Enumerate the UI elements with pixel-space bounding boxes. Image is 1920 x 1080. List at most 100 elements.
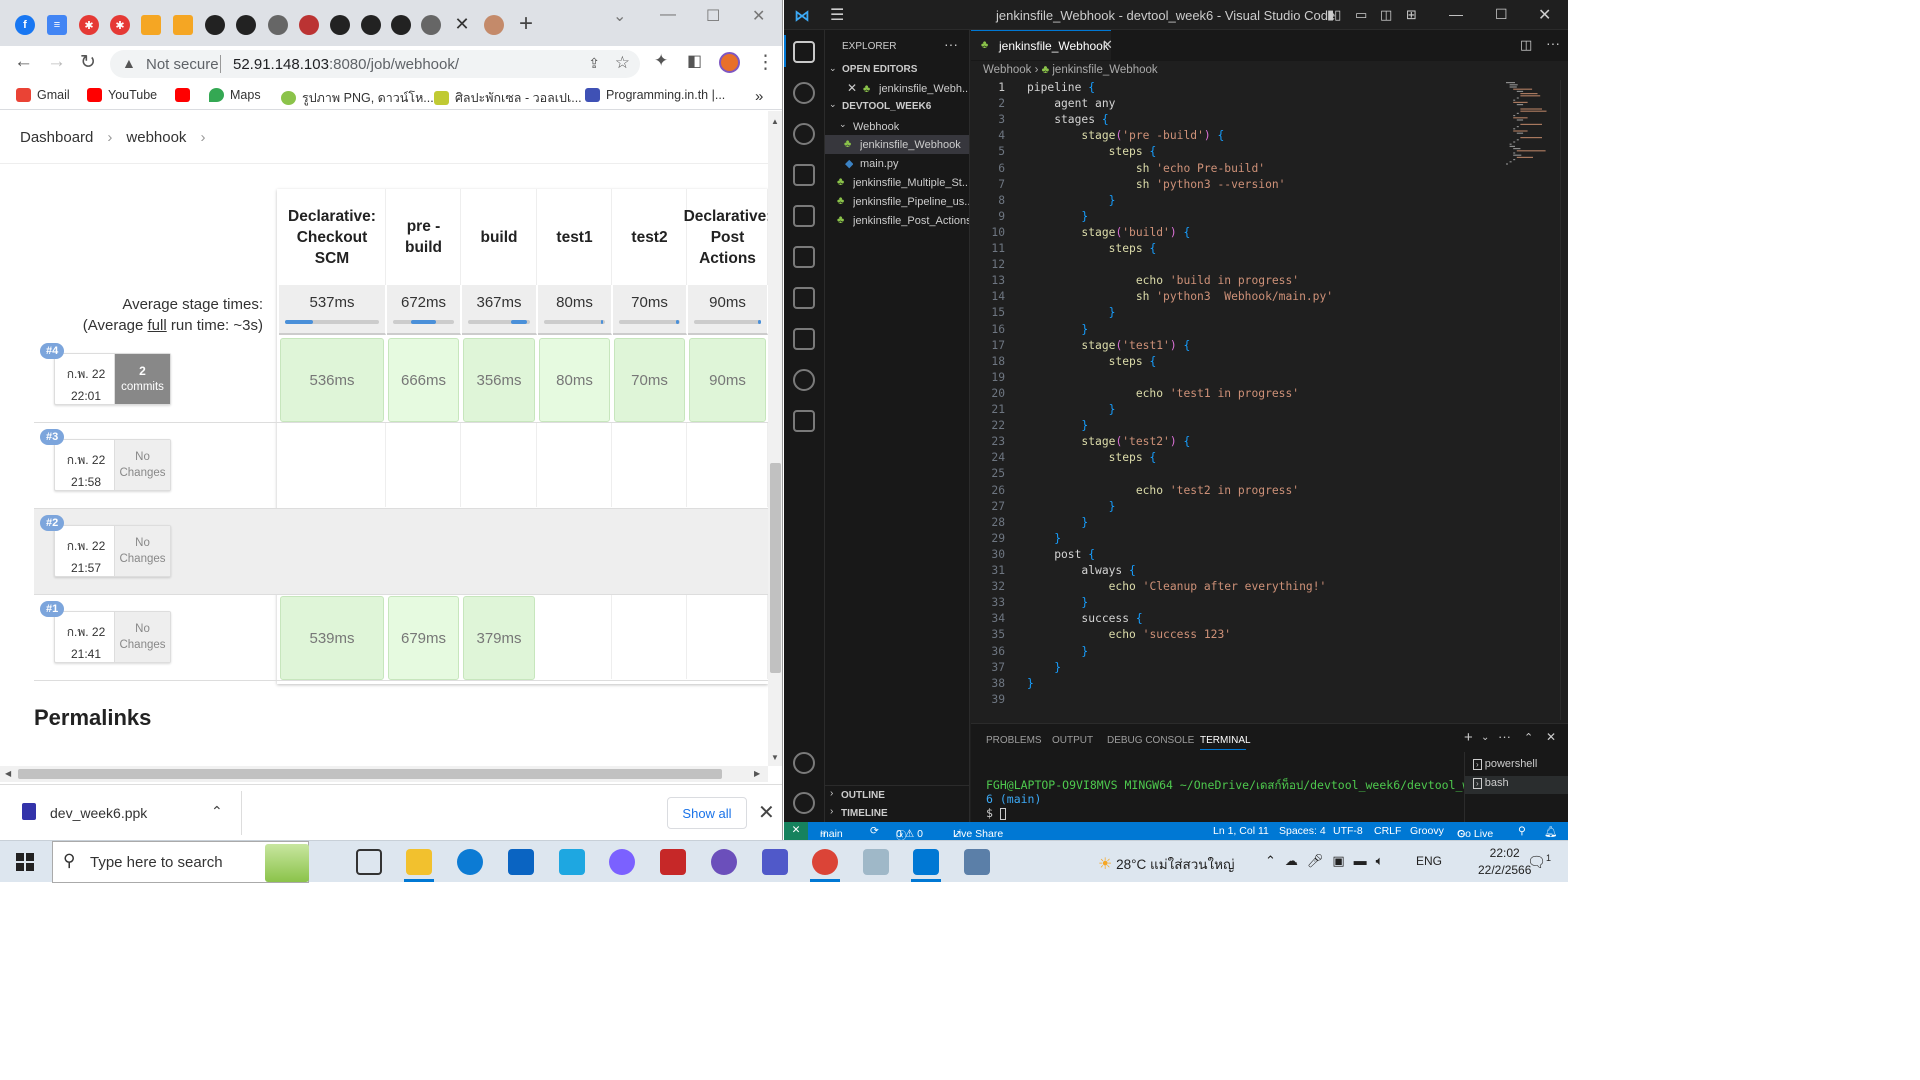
bookmarks-more-button[interactable]: »	[755, 88, 763, 105]
profile-avatar[interactable]	[719, 52, 740, 73]
maximize-icon[interactable]: ☐	[706, 6, 720, 26]
folder-webhook[interactable]: Webhook	[853, 121, 899, 133]
toggle-panel-icon[interactable]: ▭	[1355, 7, 1367, 23]
side-panel-icon[interactable]: ◧	[687, 51, 702, 71]
mail-icon[interactable]	[508, 849, 534, 875]
chevron-down-icon[interactable]: ⌄	[839, 119, 847, 130]
more-actions-icon[interactable]: ···	[1498, 729, 1511, 744]
stage-cell-success[interactable]: 379ms	[463, 596, 535, 680]
chevron-up-icon[interactable]: ⌃	[211, 803, 223, 820]
outline-header[interactable]: OUTLINE	[841, 790, 885, 801]
tab-4[interactable]	[173, 15, 193, 35]
system-tray-icons[interactable]: ⌃☁🎤︎▣▬🔈︎	[1265, 853, 1392, 869]
close-editor-icon[interactable]: ✕	[847, 81, 857, 95]
vertical-scrollbar[interactable]: ▲ ▼	[768, 111, 782, 766]
indentation[interactable]: Spaces: 4	[1279, 825, 1326, 837]
tab-facebook[interactable]: f	[15, 15, 35, 35]
crumb-file[interactable]: jenkinsfile_Webhook	[1052, 64, 1157, 76]
clock[interactable]: 22:02 22/2/2566	[1478, 845, 1531, 879]
close-window-icon[interactable]: ✕	[752, 6, 765, 26]
minimap[interactable]	[1502, 80, 1562, 170]
panel-tab-output[interactable]: OUTPUT	[1052, 735, 1093, 746]
sync-icon[interactable]: ⟳	[870, 825, 879, 837]
source-control-icon[interactable]	[793, 123, 815, 145]
toggle-sidebar-icon[interactable]: ▮▯	[1327, 7, 1341, 23]
tab-6[interactable]	[484, 15, 504, 35]
scroll-left-icon[interactable]: ◀	[5, 769, 11, 778]
bookmark-youtube[interactable]: YouTube	[87, 88, 157, 102]
customize-layout-icon[interactable]: ⊞	[1406, 7, 1417, 23]
horizontal-scroll-thumb[interactable]	[18, 769, 722, 779]
encoding[interactable]: UTF-8	[1333, 825, 1363, 837]
editor-tab-active[interactable]: ♣ jenkinsfile_Webhook ✕	[971, 30, 1113, 60]
tab-github-2[interactable]	[236, 15, 256, 35]
notification-icon[interactable]: 🗨︎1	[1527, 853, 1551, 871]
panel-tab-debug-console[interactable]: DEBUG CONSOLE	[1107, 735, 1194, 746]
input-language[interactable]: ENG	[1416, 854, 1442, 868]
language-mode[interactable]: Groovy	[1410, 825, 1444, 837]
tab-3[interactable]	[141, 15, 161, 35]
tab-2[interactable]: ✱	[110, 15, 130, 35]
eol[interactable]: CRLF	[1374, 825, 1401, 837]
back-icon[interactable]: ←	[14, 51, 33, 73]
horizontal-scrollbar[interactable]: ◀ ▶	[0, 766, 768, 782]
tab-docs[interactable]: ≡	[47, 15, 67, 35]
split-editor-icon[interactable]: ◫	[1520, 37, 1532, 53]
extensions-icon[interactable]: ✦	[654, 51, 668, 71]
explorer-icon[interactable]	[793, 41, 815, 63]
taskbar-search-box[interactable]: ⚲ Type here to search	[52, 841, 309, 883]
menu-icon[interactable]: ☰	[830, 5, 844, 25]
full-run-link[interactable]: full	[148, 317, 167, 334]
more-actions-icon[interactable]: ···	[1546, 35, 1560, 51]
cursor-position[interactable]: Ln 1, Col 11	[1213, 825, 1269, 837]
run-debug-icon[interactable]	[793, 164, 815, 186]
vscode-taskbar-icon[interactable]	[913, 849, 939, 875]
address-bar[interactable]: ▲ Not secure 52.91.148.103:8080/job/webh…	[110, 50, 640, 78]
extensions-icon[interactable]	[793, 246, 815, 268]
crumb-folder[interactable]: Webhook	[983, 64, 1031, 76]
tab-globe-1[interactable]	[268, 15, 288, 35]
maximize-panel-icon[interactable]: ⌃	[1524, 731, 1533, 744]
terminal-output[interactable]: FGH@LAPTOP-O9VI8MVS MINGW64 ~/OneDrive/เ…	[986, 778, 1490, 820]
search-icon[interactable]	[793, 82, 815, 104]
accounts-status-icon[interactable]: ⚲	[1518, 825, 1526, 837]
chrome-icon[interactable]	[812, 849, 838, 875]
bookmark-youtube-2[interactable]	[175, 88, 190, 102]
accounts-icon[interactable]	[793, 752, 815, 774]
stage-cell-success[interactable]: 90ms	[689, 338, 766, 422]
build-info[interactable]: ก.พ. 22 21:57 No Changes	[54, 525, 171, 577]
windows-start-icon[interactable]	[16, 853, 34, 871]
bookmark-maps[interactable]: Maps	[209, 88, 261, 102]
stage-cell-success[interactable]: 666ms	[388, 338, 459, 422]
panel-tab-problems[interactable]: PROBLEMS	[986, 735, 1042, 746]
file-jenkinsfile-multiple[interactable]: jenkinsfile_Multiple_St...	[853, 177, 969, 189]
build-number-badge[interactable]: #3	[40, 429, 65, 445]
file-jenkinsfile-webhook[interactable]: jenkinsfile_Webhook	[860, 139, 961, 151]
putty-icon[interactable]	[863, 849, 889, 875]
copilot-icon[interactable]	[609, 849, 635, 875]
build-info[interactable]: ก.พ. 22 21:58 No Changes	[54, 439, 171, 491]
minimize-icon[interactable]: —	[1449, 6, 1463, 22]
terminal-item-powershell[interactable]: › powershell	[1473, 758, 1537, 770]
build-info[interactable]: ก.พ. 22 21:41 No Changes	[54, 611, 171, 663]
terminal-item-bash[interactable]: › bash	[1473, 777, 1509, 789]
tab-1[interactable]: ✱	[79, 15, 99, 35]
maximize-icon[interactable]: ☐	[1495, 6, 1508, 23]
build-number-badge[interactable]: #4	[40, 343, 65, 359]
messenger-icon[interactable]	[711, 849, 737, 875]
build-info[interactable]: ก.พ. 22 22:01 2 commits	[54, 353, 171, 405]
network-tool-icon[interactable]	[964, 849, 990, 875]
stage-cell-success[interactable]: 70ms	[614, 338, 685, 422]
docker-icon[interactable]	[793, 328, 815, 350]
tab-github-5[interactable]	[391, 15, 411, 35]
edge-icon[interactable]	[457, 849, 483, 875]
chevron-right-icon[interactable]: ›	[830, 806, 833, 817]
workspace-header[interactable]: DEVTOOL_WEEK6	[842, 101, 931, 112]
scroll-right-icon[interactable]: ▶	[754, 769, 760, 778]
breadcrumb-webhook[interactable]: webhook	[126, 129, 186, 146]
stage-cell-success[interactable]: 679ms	[388, 596, 459, 680]
scroll-down-icon[interactable]: ▼	[771, 753, 779, 762]
vertical-scroll-thumb[interactable]	[770, 463, 781, 673]
forward-icon[interactable]: →	[47, 51, 66, 73]
tab-github-1[interactable]	[205, 15, 225, 35]
